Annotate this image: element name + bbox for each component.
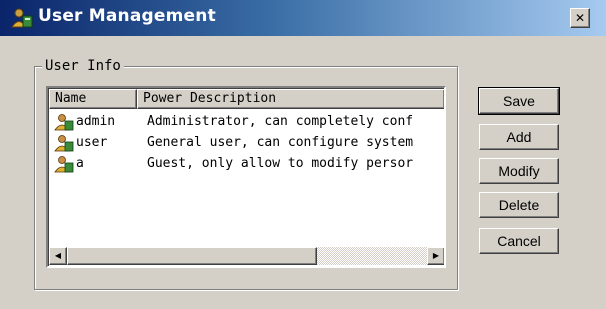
user-description: Administrator, can completely conf — [147, 114, 414, 129]
save-button[interactable]: Save — [478, 87, 560, 115]
user-info-group-label: User Info — [42, 58, 124, 74]
user-list[interactable]: Name Power Description admin Administrat… — [46, 86, 446, 268]
title-bar[interactable]: User Management ✕ — [0, 0, 606, 36]
close-icon: ✕ — [574, 11, 586, 25]
scroll-left-button[interactable]: ◀ — [49, 247, 67, 265]
modify-button[interactable]: Modify — [479, 158, 559, 184]
list-item[interactable]: a Guest, only allow to modify persor — [49, 153, 444, 174]
delete-button[interactable]: Delete — [479, 192, 559, 218]
user-icon — [54, 135, 74, 152]
close-button[interactable]: ✕ — [570, 8, 590, 28]
user-name: user — [76, 135, 108, 150]
user-icon — [54, 114, 74, 131]
column-header-name[interactable]: Name — [49, 89, 137, 109]
user-description: General user, can configure system — [147, 135, 414, 150]
list-item[interactable]: admin Administrator, can completely conf — [49, 111, 444, 132]
list-header: Name Power Description — [49, 89, 444, 109]
list-item[interactable]: user General user, can configure system — [49, 132, 444, 153]
cancel-button[interactable]: Cancel — [479, 228, 559, 254]
horizontal-scrollbar[interactable]: ◀ ▶ — [49, 247, 444, 265]
scroll-right-button[interactable]: ▶ — [427, 247, 444, 265]
window-title: User Management — [38, 6, 216, 26]
users-app-icon — [11, 8, 33, 28]
user-name: a — [76, 156, 84, 171]
scroll-thumb[interactable] — [67, 247, 317, 265]
arrow-left-icon: ◀ — [54, 251, 62, 260]
user-description: Guest, only allow to modify persor — [147, 156, 414, 171]
user-name: admin — [76, 114, 116, 129]
user-icon — [54, 156, 74, 173]
add-button[interactable]: Add — [479, 124, 559, 150]
arrow-right-icon: ▶ — [432, 251, 440, 260]
column-header-power-description[interactable]: Power Description — [137, 89, 444, 109]
